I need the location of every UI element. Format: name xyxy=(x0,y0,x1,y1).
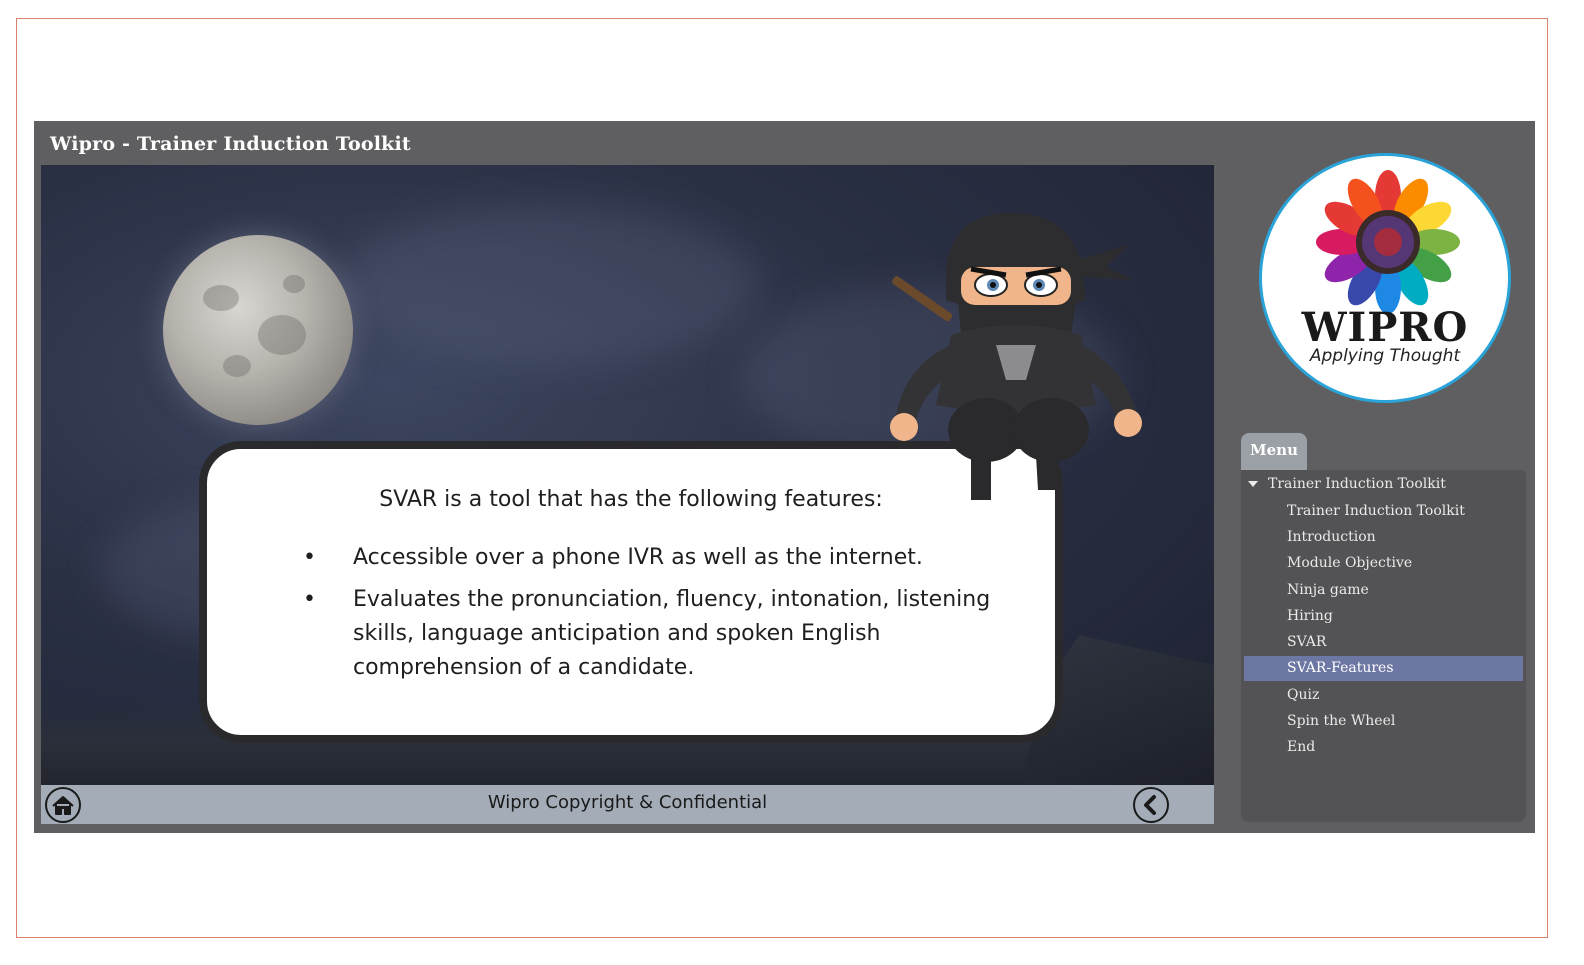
caret-down-icon[interactable] xyxy=(1248,481,1258,487)
slide-stage: SVAR is a tool that has the following fe… xyxy=(41,165,1214,785)
logo-wordmark: WIPRO xyxy=(1301,304,1469,351)
menu-item-quiz[interactable]: Quiz xyxy=(1244,683,1523,708)
menu-root-item[interactable]: Trainer Induction Toolkit xyxy=(1248,476,1446,492)
menu-item-end[interactable]: End xyxy=(1244,735,1523,760)
moon-image xyxy=(163,235,353,425)
list-item: • Evaluates the pronunciation, fluency, … xyxy=(303,583,1003,685)
menu-root-label: Trainer Induction Toolkit xyxy=(1268,476,1446,492)
menu-item-hiring[interactable]: Hiring xyxy=(1244,604,1523,629)
bullet-dot: • xyxy=(303,587,316,612)
player-title: Wipro - Trainer Induction Toolkit xyxy=(50,133,411,155)
ninja-character-icon xyxy=(890,212,1142,500)
chevron-left-icon xyxy=(1144,795,1156,815)
menu-item-ninja-game[interactable]: Ninja game xyxy=(1244,578,1523,603)
bullet-dot: • xyxy=(303,545,316,570)
menu-item-introduction[interactable]: Introduction xyxy=(1244,525,1523,550)
back-button[interactable] xyxy=(1133,787,1169,823)
menu-item-svar-features[interactable]: SVAR-Features xyxy=(1244,656,1523,681)
copyright-text: Wipro Copyright & Confidential xyxy=(487,792,768,813)
wipro-logo: WIPRO Applying Thought xyxy=(1259,153,1511,403)
menu-item-spin-the-wheel[interactable]: Spin the Wheel xyxy=(1244,709,1523,734)
menu-item-svar[interactable]: SVAR xyxy=(1244,630,1523,655)
list-item: • Accessible over a phone IVR as well as… xyxy=(303,541,1003,575)
player-footer: Wipro Copyright & Confidential xyxy=(41,785,1214,824)
menu-item-trainer-induction-toolkit[interactable]: Trainer Induction Toolkit xyxy=(1244,499,1523,524)
feature-text: Evaluates the pronunciation, fluency, in… xyxy=(353,587,991,680)
feature-list: • Accessible over a phone IVR as well as… xyxy=(303,541,1003,693)
menu-item-module-objective[interactable]: Module Objective xyxy=(1244,551,1523,576)
menu-tab[interactable]: Menu xyxy=(1241,433,1307,471)
cloud xyxy=(341,205,761,365)
logo-tagline: Applying Thought xyxy=(1309,346,1461,366)
sunflower-icon xyxy=(1316,170,1460,314)
feature-text: Accessible over a phone IVR as well as t… xyxy=(353,545,923,570)
